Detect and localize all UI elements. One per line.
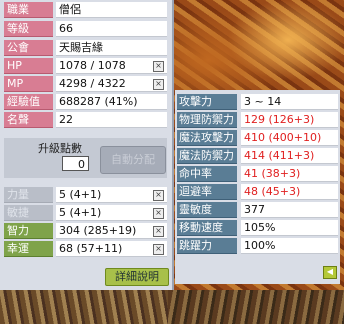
detail-row-accuracy: 命中率 41 (38+3) <box>175 166 340 183</box>
agility-label: 靈敏度 <box>177 202 237 218</box>
x-icon: × <box>155 208 162 217</box>
stat-row-luk: 幸運 68 (57+11) × <box>4 241 167 258</box>
speed-value: 105% <box>241 220 338 236</box>
speed-label: 移動速度 <box>177 220 237 236</box>
exp-value: 688287 (41%) <box>56 94 167 110</box>
detail-panel: 攻擊力 3 ~ 14 物理防禦力 129 (126+3) 魔法攻擊力 410 (… <box>175 90 340 284</box>
game-floor-left <box>0 290 168 324</box>
game-floor <box>168 290 344 324</box>
stat-row-dex: 敏捷 5 (4+1) × <box>4 205 167 222</box>
info-row-exp: 經驗值 688287 (41%) <box>4 94 167 111</box>
x-icon: × <box>155 61 162 70</box>
int-plus-button[interactable]: × <box>153 226 164 237</box>
mdef-label: 魔法防禦力 <box>177 148 237 164</box>
int-label: 智力 <box>4 223 53 239</box>
luk-plus-button[interactable]: × <box>153 244 164 255</box>
fame-label: 名聲 <box>4 112 53 128</box>
hp-value: 1078 / 1078 × <box>56 58 167 74</box>
stat-row-int: 智力 304 (285+19) × <box>4 223 167 240</box>
detail-button-label: 詳細說明 <box>115 270 159 283</box>
info-row-fame: 名聲 22 <box>4 112 167 129</box>
job-label: 職業 <box>4 2 53 18</box>
fame-value: 22 <box>56 112 167 128</box>
info-row-guild: 公會 天賜吉緣 <box>4 40 167 57</box>
wdef-value: 129 (126+3) <box>241 112 338 128</box>
str-label: 力量 <box>4 187 53 203</box>
str-value-text: 5 (4+1) <box>59 188 102 201</box>
jump-label: 跳躍力 <box>177 238 237 254</box>
str-value: 5 (4+1) × <box>56 187 167 203</box>
info-row-job: 職業 僧侶 <box>4 2 167 19</box>
dex-value: 5 (4+1) × <box>56 205 167 221</box>
str-plus-button[interactable]: × <box>153 190 164 201</box>
x-icon: × <box>155 244 162 253</box>
mp-x-button[interactable]: × <box>153 79 164 90</box>
attack-label: 攻擊力 <box>177 94 237 110</box>
level-value: 66 <box>56 21 167 37</box>
dex-value-text: 5 (4+1) <box>59 206 102 219</box>
detail-row-mdef: 魔法防禦力 414 (411+3) <box>175 148 340 165</box>
dex-label: 敏捷 <box>4 205 53 221</box>
wdef-label: 物理防禦力 <box>177 112 237 128</box>
accuracy-value: 41 (38+3) <box>241 166 338 182</box>
x-icon: × <box>155 190 162 199</box>
stat-row-str: 力量 5 (4+1) × <box>4 187 167 204</box>
matk-value: 410 (400+10) <box>241 130 338 146</box>
info-row-hp: HP 1078 / 1078 × <box>4 58 167 75</box>
info-row-mp: MP 4298 / 4322 × <box>4 76 167 93</box>
level-label: 等級 <box>4 21 53 37</box>
mp-value-text: 4298 / 4322 <box>59 77 126 90</box>
detail-row-speed: 移動速度 105% <box>175 220 340 237</box>
luk-value-text: 68 (57+11) <box>59 242 123 255</box>
matk-label: 魔法攻擊力 <box>177 130 237 146</box>
collapse-button[interactable]: ◀ <box>323 266 337 279</box>
agility-value: 377 <box>241 202 338 218</box>
detail-row-jump: 跳躍力 100% <box>175 238 340 255</box>
hp-x-button[interactable]: × <box>153 61 164 72</box>
detail-row-wdef: 物理防禦力 129 (126+3) <box>175 112 340 129</box>
arrow-left-icon: ◀ <box>326 267 334 276</box>
detail-row-avoid: 迴避率 48 (45+3) <box>175 184 340 201</box>
guild-value: 天賜吉緣 <box>56 40 167 56</box>
luk-value: 68 (57+11) × <box>56 241 167 257</box>
int-value: 304 (285+19) × <box>56 223 167 239</box>
job-value: 僧侶 <box>56 2 167 18</box>
avoid-label: 迴避率 <box>177 184 237 200</box>
guild-label: 公會 <box>4 40 53 56</box>
exp-label: 經驗值 <box>4 94 53 110</box>
attack-value: 3 ~ 14 <box>241 94 338 110</box>
stat-window: 職業 僧侶 等級 66 公會 天賜吉緣 HP 1078 / 1078 × MP … <box>0 0 174 290</box>
mp-label: MP <box>4 76 53 92</box>
detail-row-agility: 靈敏度 377 <box>175 202 340 219</box>
luk-label: 幸運 <box>4 241 53 257</box>
auto-assign-button[interactable]: 自動分配 <box>100 146 166 174</box>
x-icon: × <box>155 226 162 235</box>
hp-value-text: 1078 / 1078 <box>59 59 126 72</box>
ability-points-box: 升級點數 0 自動分配 <box>4 138 167 178</box>
x-icon: × <box>155 79 162 88</box>
info-row-level: 等級 66 <box>4 21 167 38</box>
hp-label: HP <box>4 58 53 74</box>
mdef-value: 414 (411+3) <box>241 148 338 164</box>
detail-row-matk: 魔法攻擊力 410 (400+10) <box>175 130 340 147</box>
detail-row-attack: 攻擊力 3 ~ 14 <box>175 94 340 111</box>
ability-points-title: 升級點數 <box>38 142 82 155</box>
jump-value: 100% <box>241 238 338 254</box>
ability-points-value: 0 <box>62 156 89 171</box>
mp-value: 4298 / 4322 × <box>56 76 167 92</box>
avoid-value: 48 (45+3) <box>241 184 338 200</box>
detail-button[interactable]: 詳細說明 <box>105 268 169 286</box>
int-value-text: 304 (285+19) <box>59 224 137 237</box>
dex-plus-button[interactable]: × <box>153 208 164 219</box>
accuracy-label: 命中率 <box>177 166 237 182</box>
